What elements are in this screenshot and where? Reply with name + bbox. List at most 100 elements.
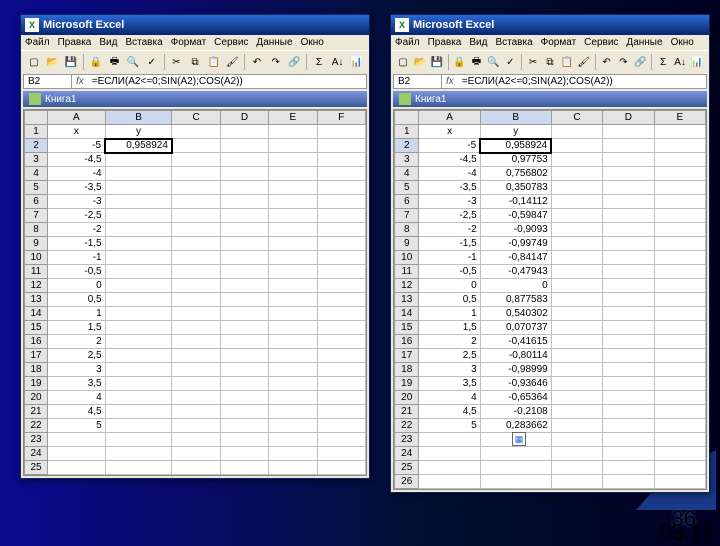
col-header-D[interactable]: D (603, 111, 654, 125)
cell-E25[interactable] (654, 461, 705, 475)
cell-C4[interactable] (172, 167, 220, 181)
cell-F10[interactable] (317, 251, 365, 265)
copy-icon[interactable]: ⧉ (542, 53, 558, 71)
cell-A21[interactable]: 4,5 (419, 405, 480, 419)
cell-F18[interactable] (317, 363, 365, 377)
cell-C23[interactable] (172, 433, 220, 447)
cell-C1[interactable] (172, 125, 220, 139)
menu-вид[interactable]: Вид (469, 37, 487, 48)
row-header[interactable]: 12 (395, 279, 419, 293)
format-paint-icon[interactable]: 🖌 (576, 53, 592, 71)
col-header-A[interactable]: A (419, 111, 480, 125)
cell-E20[interactable] (269, 391, 317, 405)
titlebar[interactable]: X Microsoft Excel (391, 15, 709, 35)
cell-C2[interactable] (172, 139, 220, 153)
row-header[interactable]: 11 (395, 265, 419, 279)
cell-D14[interactable] (220, 307, 268, 321)
cell-D23[interactable] (603, 433, 654, 447)
name-box[interactable]: B2 (24, 75, 72, 88)
cell-F5[interactable] (317, 181, 365, 195)
cell-E4[interactable] (654, 167, 705, 181)
formula-input[interactable]: =ЕСЛИ(A2<=0;SIN(A2);COS(A2)) (88, 75, 366, 88)
cell-E16[interactable] (269, 335, 317, 349)
cell-A6[interactable]: -3 (419, 195, 480, 209)
cell-A20[interactable]: 4 (419, 391, 480, 405)
cell-A18[interactable]: 3 (48, 363, 106, 377)
cell-A10[interactable]: -1 (48, 251, 106, 265)
format-paint-icon[interactable]: 🖌 (224, 53, 242, 71)
spell-icon[interactable]: ✓ (502, 53, 518, 71)
fx-icon[interactable]: fx (72, 76, 88, 87)
cell-C21[interactable] (172, 405, 220, 419)
cell-D22[interactable] (603, 419, 654, 433)
menu-правка[interactable]: Правка (58, 37, 92, 48)
cell-C7[interactable] (551, 209, 602, 223)
cell-F16[interactable] (317, 335, 365, 349)
autofill-options-icon[interactable]: ▦ (512, 432, 526, 446)
row-header[interactable]: 24 (395, 447, 419, 461)
row-header[interactable]: 20 (395, 391, 419, 405)
col-header-C[interactable]: C (172, 111, 220, 125)
cell-B22[interactable] (105, 419, 172, 433)
cell-A1[interactable]: x (48, 125, 106, 139)
cell-F15[interactable] (317, 321, 365, 335)
col-header-B[interactable]: B (480, 111, 551, 125)
cell-E24[interactable] (269, 447, 317, 461)
cell-C23[interactable] (551, 433, 602, 447)
cell-E9[interactable] (654, 237, 705, 251)
row-header[interactable]: 16 (25, 335, 48, 349)
cell-D20[interactable] (603, 391, 654, 405)
cell-E10[interactable] (269, 251, 317, 265)
cell-A23[interactable] (48, 433, 106, 447)
save-icon[interactable]: 💾 (429, 53, 445, 71)
cell-D8[interactable] (603, 223, 654, 237)
row-header[interactable]: 7 (395, 209, 419, 223)
fx-icon[interactable]: fx (442, 76, 458, 87)
cell-B5[interactable]: 0,350783 (480, 181, 551, 195)
preview-icon[interactable]: 🔍 (124, 53, 142, 71)
row-header[interactable]: 22 (395, 419, 419, 433)
cell-B6[interactable] (105, 195, 172, 209)
menu-файл[interactable]: Файл (395, 37, 420, 48)
cell-A10[interactable]: -1 (419, 251, 480, 265)
cell-D1[interactable] (603, 125, 654, 139)
cell-D13[interactable] (220, 293, 268, 307)
cell-A3[interactable]: -4,5 (48, 153, 106, 167)
cell-E24[interactable] (654, 447, 705, 461)
spreadsheet-grid[interactable]: ABCDE1xy2-50,9589243-4,50,977534-40,7568… (393, 109, 707, 490)
cell-D12[interactable] (603, 279, 654, 293)
cell-C25[interactable] (172, 461, 220, 475)
cell-C11[interactable] (172, 265, 220, 279)
cell-B21[interactable]: -0,2108 (480, 405, 551, 419)
col-header-D[interactable]: D (220, 111, 268, 125)
cell-C12[interactable] (551, 279, 602, 293)
cell-D11[interactable] (220, 265, 268, 279)
cell-E7[interactable] (654, 209, 705, 223)
cell-B1[interactable]: y (105, 125, 172, 139)
row-header[interactable]: 25 (25, 461, 48, 475)
cell-A22[interactable]: 5 (419, 419, 480, 433)
cell-D5[interactable] (220, 181, 268, 195)
cell-A22[interactable]: 5 (48, 419, 106, 433)
row-header[interactable]: 21 (395, 405, 419, 419)
cell-A11[interactable]: -0,5 (48, 265, 106, 279)
cell-A8[interactable]: -2 (419, 223, 480, 237)
cell-B25[interactable] (105, 461, 172, 475)
cell-B14[interactable] (105, 307, 172, 321)
cell-D22[interactable] (220, 419, 268, 433)
col-header-F[interactable]: F (317, 111, 365, 125)
menu-вставка[interactable]: Вставка (125, 37, 162, 48)
cell-D5[interactable] (603, 181, 654, 195)
cell-E22[interactable] (269, 419, 317, 433)
cell-E4[interactable] (269, 167, 317, 181)
cell-F17[interactable] (317, 349, 365, 363)
cell-E8[interactable] (654, 223, 705, 237)
cell-B9[interactable]: -0,99749 (480, 237, 551, 251)
cell-F22[interactable] (317, 419, 365, 433)
cell-B14[interactable]: 0,540302 (480, 307, 551, 321)
row-header[interactable]: 15 (395, 321, 419, 335)
cell-C6[interactable] (551, 195, 602, 209)
cell-B7[interactable]: -0,59847 (480, 209, 551, 223)
cell-C3[interactable] (172, 153, 220, 167)
cell-B16[interactable]: -0,41615 (480, 335, 551, 349)
